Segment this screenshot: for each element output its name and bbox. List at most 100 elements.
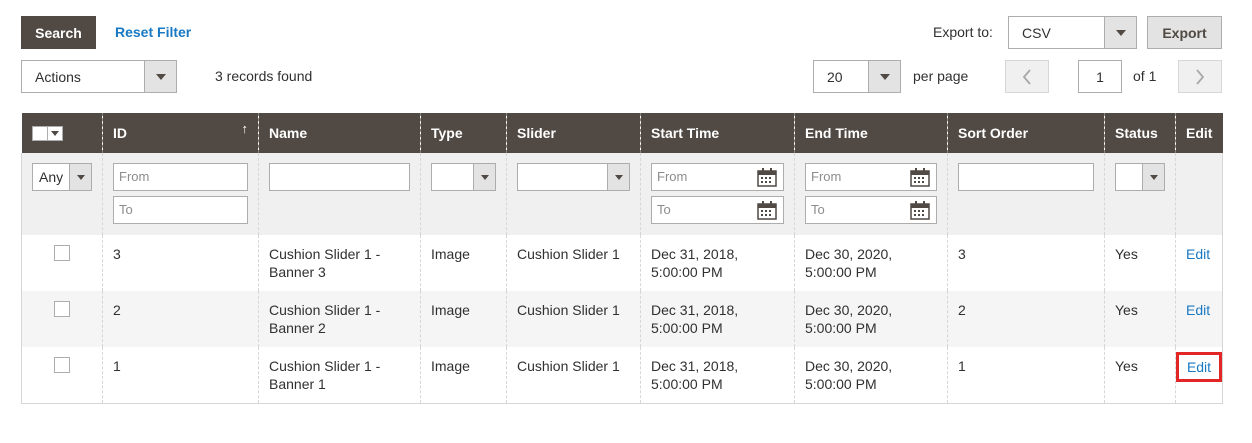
per-page-value: 20 <box>827 68 843 85</box>
column-header-edit: Edit <box>1175 113 1223 153</box>
edit-link[interactable]: Edit <box>1175 352 1223 382</box>
column-label: Status <box>1115 125 1158 141</box>
reset-filter-link[interactable]: Reset Filter <box>115 24 191 40</box>
column-header-end-time[interactable]: End Time <box>794 113 948 153</box>
mass-select-header[interactable] <box>21 113 103 153</box>
column-label: ID <box>113 125 127 141</box>
filter-id-to[interactable]: To <box>113 196 248 224</box>
chevron-down-icon <box>1104 17 1136 48</box>
export-format-select[interactable]: CSV <box>1008 16 1137 49</box>
placeholder-text: To <box>657 202 671 217</box>
column-label: End Time <box>805 125 868 141</box>
table-row[interactable]: 3 Cushion Slider 1 - Banner 3 Image Cush… <box>21 235 1223 291</box>
cell-start-time: Dec 31, 2018, 5:00:00 PM <box>640 235 795 291</box>
filter-any-select[interactable]: Any <box>32 163 92 191</box>
column-label: Start Time <box>651 125 720 141</box>
table-row[interactable]: 1 Cushion Slider 1 - Banner 1 Image Cush… <box>21 347 1223 404</box>
row-checkbox[interactable] <box>54 357 70 373</box>
cell-name: Cushion Slider 1 - Banner 3 <box>258 235 421 291</box>
cell-status: Yes <box>1104 347 1176 404</box>
cell-type: Image <box>420 347 507 404</box>
export-button[interactable]: Export <box>1147 16 1222 49</box>
edit-link[interactable]: Edit <box>1186 246 1210 262</box>
column-label: Name <box>269 125 308 141</box>
placeholder-text: From <box>657 169 688 184</box>
actions-select[interactable]: Actions <box>21 60 177 93</box>
per-page-select[interactable]: 20 <box>813 60 901 93</box>
filter-type-select[interactable] <box>431 163 496 191</box>
chevron-down-icon <box>69 164 91 190</box>
filter-name-input[interactable] <box>269 163 410 191</box>
cell-name: Cushion Slider 1 - Banner 2 <box>258 291 421 347</box>
column-header-slider[interactable]: Slider <box>506 113 641 153</box>
cell-start-time: Dec 31, 2018, 5:00:00 PM <box>640 291 795 347</box>
grid-header-row: ID ↑ Name Type Slider Start Time End Time… <box>21 113 1223 153</box>
chevron-right-icon <box>1196 68 1205 85</box>
column-header-sort-order[interactable]: Sort Order <box>947 113 1105 153</box>
row-checkbox[interactable] <box>54 245 70 261</box>
column-header-type[interactable]: Type <box>420 113 507 153</box>
cell-status: Yes <box>1104 235 1176 291</box>
filter-row: Any From To From To From To <box>21 153 1223 235</box>
filter-end-from[interactable]: From <box>805 163 937 191</box>
table-row[interactable]: 2 Cushion Slider 1 - Banner 2 Image Cush… <box>21 291 1223 347</box>
cell-id: 2 <box>102 291 259 347</box>
cell-sort-order: 1 <box>947 347 1105 404</box>
column-label: Type <box>431 125 463 141</box>
banners-grid: ID ↑ Name Type Slider Start Time End Time… <box>21 113 1223 404</box>
page-of-label: of 1 <box>1133 68 1157 84</box>
calendar-icon[interactable] <box>757 201 777 220</box>
column-header-start-time[interactable]: Start Time <box>640 113 795 153</box>
chevron-down-icon <box>47 125 63 141</box>
column-label: Sort Order <box>958 125 1029 141</box>
cell-end-time: Dec 30, 2020, 5:00:00 PM <box>794 291 948 347</box>
column-header-id[interactable]: ID ↑ <box>102 113 259 153</box>
page-number-input[interactable]: 1 <box>1078 60 1122 93</box>
next-page-button[interactable] <box>1178 60 1222 93</box>
prev-page-button[interactable] <box>1005 60 1049 93</box>
filter-any-value: Any <box>39 169 64 185</box>
cell-status: Yes <box>1104 291 1176 347</box>
filter-start-from[interactable]: From <box>651 163 784 191</box>
column-header-name[interactable]: Name <box>258 113 421 153</box>
filter-end-to[interactable]: To <box>805 196 937 224</box>
cell-slider: Cushion Slider 1 <box>506 291 641 347</box>
filter-start-to[interactable]: To <box>651 196 784 224</box>
cell-slider: Cushion Slider 1 <box>506 235 641 291</box>
placeholder-text: To <box>811 202 825 217</box>
cell-name: Cushion Slider 1 - Banner 1 <box>258 347 421 404</box>
records-found: 3 records found <box>215 68 313 84</box>
sort-ascending-icon: ↑ <box>241 121 249 136</box>
cell-type: Image <box>420 235 507 291</box>
calendar-icon[interactable] <box>910 201 930 220</box>
export-to-label: Export to: <box>933 24 993 40</box>
chevron-down-icon <box>1142 164 1164 190</box>
chevron-left-icon <box>1022 68 1031 85</box>
cell-end-time: Dec 30, 2020, 5:00:00 PM <box>794 235 948 291</box>
placeholder-text: From <box>811 169 842 184</box>
column-label: Slider <box>517 125 556 141</box>
calendar-icon[interactable] <box>910 168 930 187</box>
cell-sort-order: 2 <box>947 291 1105 347</box>
search-button[interactable]: Search <box>21 16 96 49</box>
chevron-down-icon <box>144 61 176 92</box>
actions-label: Actions <box>35 68 81 85</box>
filter-slider-select[interactable] <box>517 163 630 191</box>
cell-slider: Cushion Slider 1 <box>506 347 641 404</box>
filter-id-from[interactable]: From <box>113 163 248 191</box>
cell-type: Image <box>420 291 507 347</box>
mass-select-checkbox[interactable] <box>31 125 63 141</box>
row-checkbox[interactable] <box>54 301 70 317</box>
per-page-label: per page <box>913 68 969 84</box>
filter-sort-order-input[interactable] <box>958 163 1094 191</box>
cell-end-time: Dec 30, 2020, 5:00:00 PM <box>794 347 948 404</box>
filter-status-select[interactable] <box>1115 163 1165 191</box>
column-header-status[interactable]: Status <box>1104 113 1176 153</box>
chevron-down-icon <box>607 164 629 190</box>
edit-link[interactable]: Edit <box>1186 302 1210 318</box>
export-format-value: CSV <box>1022 24 1051 41</box>
chevron-down-icon <box>868 61 900 92</box>
column-label: Edit <box>1186 125 1213 141</box>
cell-start-time: Dec 31, 2018, 5:00:00 PM <box>640 347 795 404</box>
calendar-icon[interactable] <box>757 168 777 187</box>
